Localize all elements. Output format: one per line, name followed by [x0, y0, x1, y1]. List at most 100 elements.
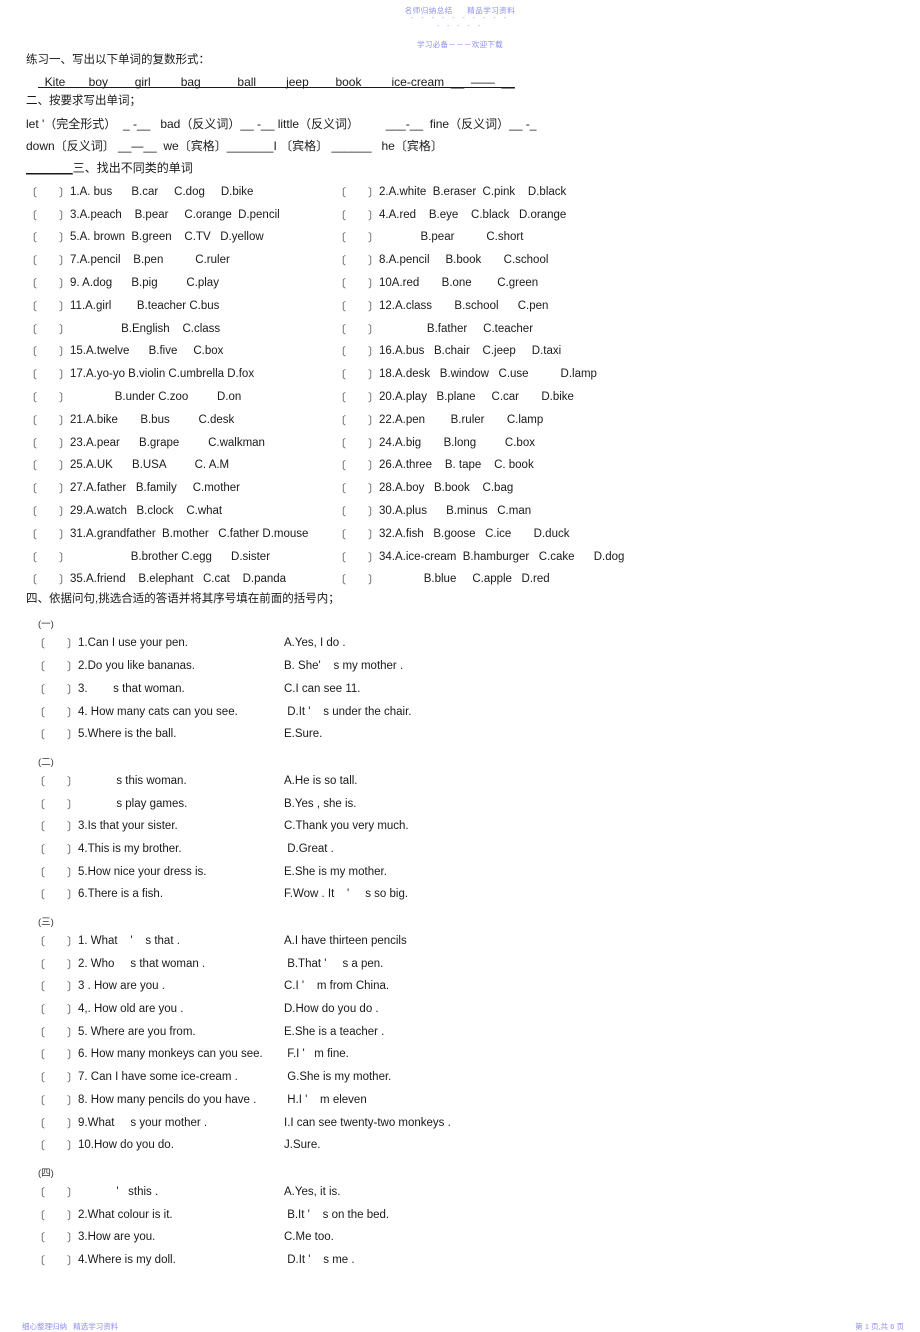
multiple-choice-row: 〔〕 3.A.peach B.pear C.orange D.pencil 〔〕 4.… [26, 203, 898, 226]
answer-bracket[interactable]: 〔〕 [26, 549, 70, 565]
matching-row: 〔〕 s play games. B.Yes , she is. [26, 792, 898, 815]
multiple-choice-item-left: 〔〕 11.A.girl B.teacher C.bus [26, 298, 335, 314]
multiple-choice-options: B.English C.class [70, 322, 221, 335]
answer-bracket[interactable]: 〔〕 [335, 571, 379, 587]
answer-bracket[interactable]: 〔〕 [34, 704, 78, 720]
answer-bracket[interactable]: 〔〕 [34, 1229, 78, 1245]
answer-bracket[interactable]: 〔〕 [335, 412, 379, 428]
answer-bracket[interactable]: 〔〕 [34, 1115, 78, 1131]
multiple-choice-item-right: 〔〕 28.A.boy B.book C.bag [335, 480, 895, 496]
answer-bracket[interactable]: 〔〕 [34, 1252, 78, 1268]
answer-bracket[interactable]: 〔〕 [335, 207, 379, 223]
answer-bracket[interactable]: 〔〕 [26, 389, 70, 405]
answer-bracket[interactable]: 〔〕 [26, 298, 70, 314]
answer-bracket[interactable]: 〔〕 [34, 726, 78, 742]
matching-question-text: 3.Is that your sister. [78, 820, 178, 833]
matching-group-label: (三) [38, 916, 54, 928]
answer-bracket[interactable]: 〔〕 [26, 275, 70, 291]
answer-bracket[interactable]: 〔〕 [34, 978, 78, 994]
multiple-choice-options: B.blue C.apple D.red [379, 573, 550, 586]
matching-row: 〔〕 8. How many pencils do you have . H.I … [26, 1088, 898, 1111]
answer-bracket[interactable]: 〔〕 [34, 681, 78, 697]
answer-bracket[interactable]: 〔〕 [335, 457, 379, 473]
answer-bracket[interactable]: 〔〕 [26, 321, 70, 337]
answer-bracket[interactable]: 〔〕 [34, 658, 78, 674]
matching-question-text: 3. s that woman. [78, 682, 185, 695]
answer-bracket[interactable]: 〔〕 [34, 933, 78, 949]
answer-bracket[interactable]: 〔〕 [335, 549, 379, 565]
answer-bracket[interactable]: 〔〕 [335, 526, 379, 542]
matching-row: 〔〕 2.What colour is it. B.It ' s on the b… [26, 1203, 898, 1226]
matching-answer-text: D.Great . [284, 842, 334, 855]
answer-bracket[interactable]: 〔〕 [335, 389, 379, 405]
answer-bracket[interactable]: 〔〕 [34, 864, 78, 880]
answer-bracket[interactable]: 〔〕 [34, 1137, 78, 1153]
answer-bracket[interactable]: 〔〕 [335, 229, 379, 245]
answer-bracket[interactable]: 〔〕 [26, 457, 70, 473]
multiple-choice-options: 25.A.UK B.USA C. A.M [70, 459, 230, 472]
answer-bracket[interactable]: 〔〕 [335, 480, 379, 496]
answer-bracket[interactable]: 〔〕 [26, 435, 70, 451]
answer-bracket[interactable]: 〔〕 [34, 773, 78, 789]
matching-answer-text: C.I can see 11. [284, 682, 361, 695]
answer-bracket[interactable]: 〔〕 [34, 1024, 78, 1040]
answer-bracket[interactable]: 〔〕 [335, 252, 379, 268]
answer-bracket[interactable]: 〔〕 [34, 1184, 78, 1200]
answer-bracket[interactable]: 〔〕 [26, 184, 70, 200]
answer-bracket[interactable]: 〔〕 [26, 366, 70, 382]
answer-bracket[interactable]: 〔〕 [26, 571, 70, 587]
answer-bracket[interactable]: 〔〕 [335, 366, 379, 382]
answer-bracket[interactable]: 〔〕 [335, 435, 379, 451]
answer-bracket[interactable]: 〔〕 [34, 818, 78, 834]
matching-question-text: 6.There is a fish. [78, 888, 164, 901]
answer-bracket[interactable]: 〔〕 [34, 635, 78, 651]
matching-answer-text: B.It ' s on the bed. [284, 1208, 390, 1221]
answer-bracket[interactable]: 〔〕 [335, 321, 379, 337]
answer-bracket[interactable]: 〔〕 [34, 841, 78, 857]
answer-bracket[interactable]: 〔〕 [34, 1207, 78, 1223]
multiple-choice-row: 〔〕 1.A. bus B.car C.dog D.bike 〔〕 2.A.white… [26, 181, 898, 204]
exercise-3-title: 三、找出不同类的单词 [72, 160, 193, 175]
answer-bracket[interactable]: 〔〕 [34, 1001, 78, 1017]
answer-bracket[interactable]: 〔〕 [34, 1092, 78, 1108]
answer-bracket[interactable]: 〔〕 [26, 526, 70, 542]
answer-bracket[interactable]: 〔〕 [34, 886, 78, 902]
answer-bracket[interactable]: 〔〕 [26, 252, 70, 268]
multiple-choice-options: 23.A.pear B.grape C.walkman [70, 436, 265, 449]
answer-bracket[interactable]: 〔〕 [26, 343, 70, 359]
matching-row: 〔〕 3.How are you. C.Me too. [26, 1226, 898, 1249]
multiple-choice-item-right: 〔〕 8.A.pencil B.book C.school [335, 252, 895, 268]
answer-bracket[interactable]: 〔〕 [34, 956, 78, 972]
answer-bracket[interactable]: 〔〕 [34, 1046, 78, 1062]
matching-answer-text: D.How do you do . [284, 1003, 379, 1016]
matching-question-text: 1. What ' s that . [78, 935, 180, 947]
matching-question-text: ' sthis . [78, 1185, 159, 1198]
multiple-choice-options: 4.A.red B.eye C.black D.orange [379, 208, 567, 221]
answer-bracket[interactable]: 〔〕 [34, 796, 78, 812]
answer-bracket[interactable]: 〔〕 [26, 480, 70, 496]
answer-bracket[interactable]: 〔〕 [34, 1069, 78, 1085]
multiple-choice-item-right: 〔〕 B.pear C.short [335, 229, 895, 245]
multiple-choice-item-right: 〔〕 16.A.bus B.chair C.jeep D.taxi [335, 343, 895, 359]
answer-bracket[interactable]: 〔〕 [26, 503, 70, 519]
answer-bracket[interactable]: 〔〕 [26, 207, 70, 223]
answer-bracket[interactable]: 〔〕 [335, 184, 379, 200]
matching-answer-text: I.I can see twenty-two monkeys . [284, 1116, 451, 1129]
matching-question: 〔〕 6. How many monkeys can you see. [26, 1046, 284, 1062]
multiple-choice-row: 〔〕 5.A. brown B.green C.TV D.yellow 〔〕 B.p… [26, 226, 898, 249]
matching-question: 〔〕 2.What colour is it. [26, 1207, 284, 1223]
multiple-choice-options: B.brother C.egg D.sister [70, 550, 271, 563]
multiple-choice-item-right: 〔〕 32.A.fish B.goose C.ice D.duck [335, 526, 895, 542]
answer-bracket[interactable]: 〔〕 [335, 275, 379, 291]
answer-bracket[interactable]: 〔〕 [335, 298, 379, 314]
answer-bracket[interactable]: 〔〕 [335, 503, 379, 519]
matching-row: 〔〕 5.How nice your dress is. E.She is my m… [26, 860, 898, 883]
answer-bracket[interactable]: 〔〕 [26, 229, 70, 245]
matching-answer-text: C.Thank you very much. [284, 820, 409, 833]
matching-row: 〔〕 2. Who s that woman . B.That ' s a pen… [26, 952, 898, 975]
matching-answer-text: A.I have thirteen pencils [284, 935, 407, 947]
matching-question-text: 4.Where is my doll. [78, 1253, 176, 1266]
answer-bracket[interactable]: 〔〕 [26, 412, 70, 428]
answer-bracket[interactable]: 〔〕 [335, 343, 379, 359]
matching-answer-text: E.She is a teacher . [284, 1025, 385, 1038]
